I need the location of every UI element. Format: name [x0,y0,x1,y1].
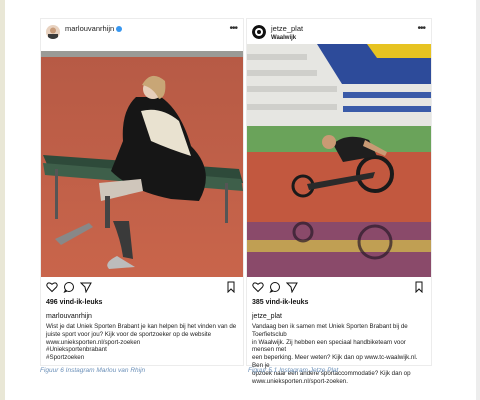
post-username[interactable]: jetze_plat [271,24,303,33]
figure-caption-left: Figuur 6 Instagram Marlou van Rhijn [40,367,146,374]
share-icon[interactable] [286,281,298,293]
likes-count[interactable]: 496 vind-ik-leuks [46,299,102,306]
instagram-post-marlou: marlouvanrhijn ••• 496 vind-ik-leuks mar… [40,18,244,366]
page-edge-left [0,0,5,400]
heart-icon[interactable] [252,281,264,293]
caption-line: juiste sport voor jou? Kijk voor de spor… [46,330,212,338]
page-edge-right [476,0,480,400]
more-icon[interactable]: ••• [417,23,425,34]
caption-line: Vandaag ben ik samen met Uniek Sporten B… [252,323,408,338]
caption-link[interactable]: www.unieksporten.nl/sport-zoeken. [252,378,428,386]
caption-line: Wist je dat Uniek Sporten Brabant je kan… [46,323,237,330]
caption-link[interactable]: www.unieksporten.nl/sport-zoeken [46,339,242,347]
bookmark-icon[interactable] [413,281,425,293]
caption-username[interactable]: marlouvanrhijn [46,313,92,320]
post-username[interactable]: marlouvanrhijn [65,24,123,33]
comment-icon[interactable] [63,281,75,293]
caption-line: in Waalwijk. Zij hebben een speciaal han… [252,338,406,354]
bookmark-icon[interactable] [225,281,237,293]
figure-caption-right: Figuur 5.1 Instagram Jetze Plat [248,367,339,374]
post-header: marlouvanrhijn ••• [41,19,243,49]
caption-username[interactable]: jetze_plat [252,313,282,320]
post-actions [247,281,431,297]
heart-icon[interactable] [46,281,58,293]
post-caption: Wist je dat Uniek Sporten Brabant je kan… [46,323,242,362]
caption-hashtag[interactable]: #Sportzoeken [46,354,242,362]
comment-icon[interactable] [269,281,281,293]
avatar[interactable] [252,25,266,39]
verified-icon [116,26,123,33]
post-photo[interactable] [247,44,431,277]
username-text[interactable]: marlouvanrhijn [65,24,114,33]
caption-hashtag[interactable]: #Unieksportenbrabant [46,346,242,354]
post-caption: Vandaag ben ik samen met Uniek Sporten B… [252,323,428,385]
likes-count[interactable]: 385 vind-ik-leuks [252,299,308,306]
instagram-post-jetze: jetze_plat Waalwijk ••• 385 vind-ik-leuk… [246,18,432,385]
post-actions [41,281,243,297]
share-icon[interactable] [80,281,92,293]
more-icon[interactable]: ••• [229,23,237,34]
avatar[interactable] [46,25,60,39]
post-location[interactable]: Waalwijk [271,35,296,41]
post-photo[interactable] [41,51,243,277]
